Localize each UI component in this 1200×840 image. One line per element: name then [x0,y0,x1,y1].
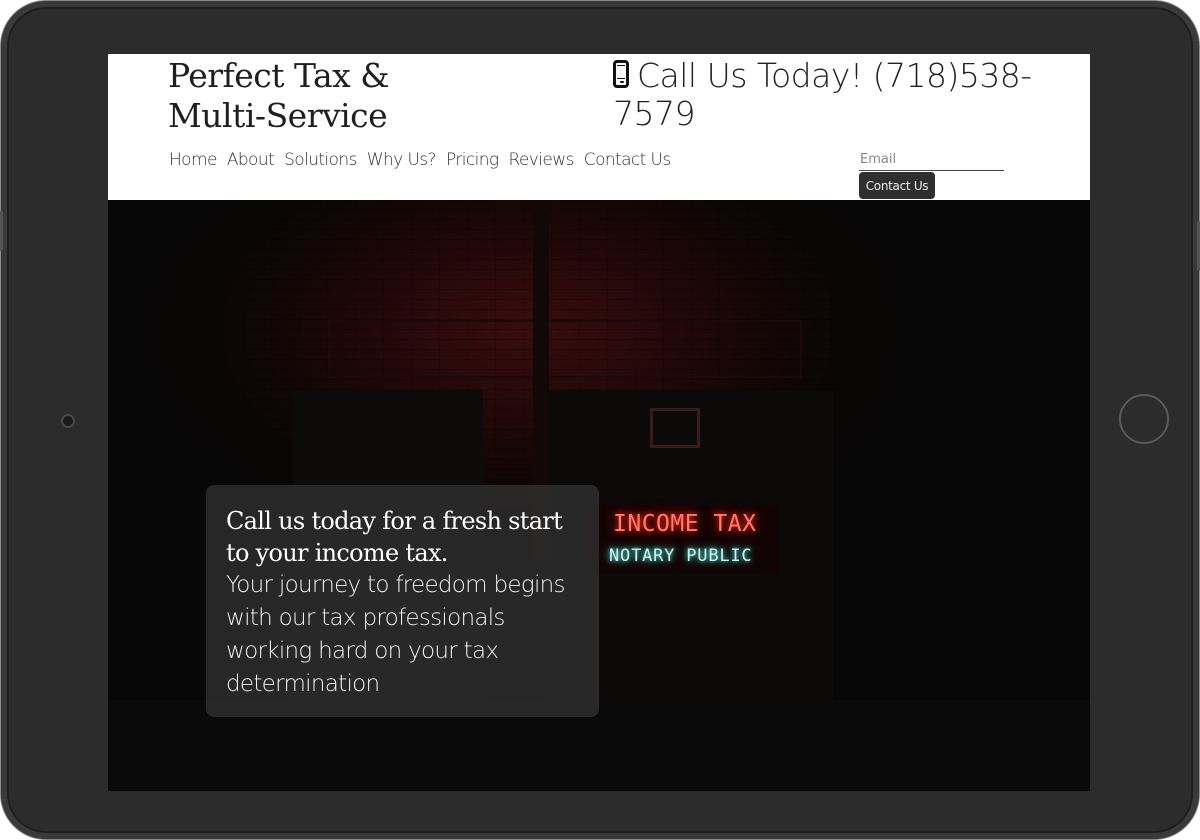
front-camera-icon [61,414,75,428]
volume-button [0,211,3,251]
phone-callout[interactable]: Call Us Today! (718)538-7579 [613,57,1033,133]
hero-section: INCOME TAX NOTARY PUBLIC Call us today f… [108,200,1090,791]
nav-home[interactable]: Home [164,150,222,170]
site-header: Perfect Tax & Multi-Service Call Us Toda… [108,54,1090,200]
home-button-icon[interactable] [1119,394,1169,444]
nav-reviews[interactable]: Reviews [503,150,578,170]
brand-title[interactable]: Perfect Tax & Multi-Service [168,56,468,136]
callout-headline: Call us today for a fresh start to your … [226,507,563,567]
nav-contact-us[interactable]: Contact Us [579,150,676,170]
nav-why-us[interactable]: Why Us? [362,150,441,170]
nav-about[interactable]: About [222,150,279,170]
nav-solutions[interactable]: Solutions [279,150,362,170]
mobile-phone-icon [613,60,629,88]
main-nav: Home About Solutions Why Us? Pricing Rev… [164,150,676,170]
wall-rail-image [328,320,802,378]
screen: Perfect Tax & Multi-Service Call Us Toda… [108,54,1090,791]
phone-number-text: Call Us Today! (718)538-7579 [613,56,1032,133]
neon-sign-income-tax: INCOME TAX [613,511,757,537]
callout-body: Your journey to freedom begins with our … [226,572,565,697]
hero-callout: Call us today for a fresh start to your … [206,485,599,717]
neon-sign: INCOME TAX NOTARY PUBLIC [588,505,778,573]
brand-line-1: Perfect Tax & [168,56,390,95]
contact-us-button[interactable]: Contact Us [859,172,935,199]
window-frame-image [650,408,700,448]
email-field[interactable] [859,148,1004,171]
tablet-frame: Perfect Tax & Multi-Service Call Us Toda… [0,0,1200,840]
nav-pricing[interactable]: Pricing [441,150,504,170]
neon-sign-notary-public: NOTARY PUBLIC [609,546,753,566]
brand-line-2: Multi-Service [168,96,388,135]
